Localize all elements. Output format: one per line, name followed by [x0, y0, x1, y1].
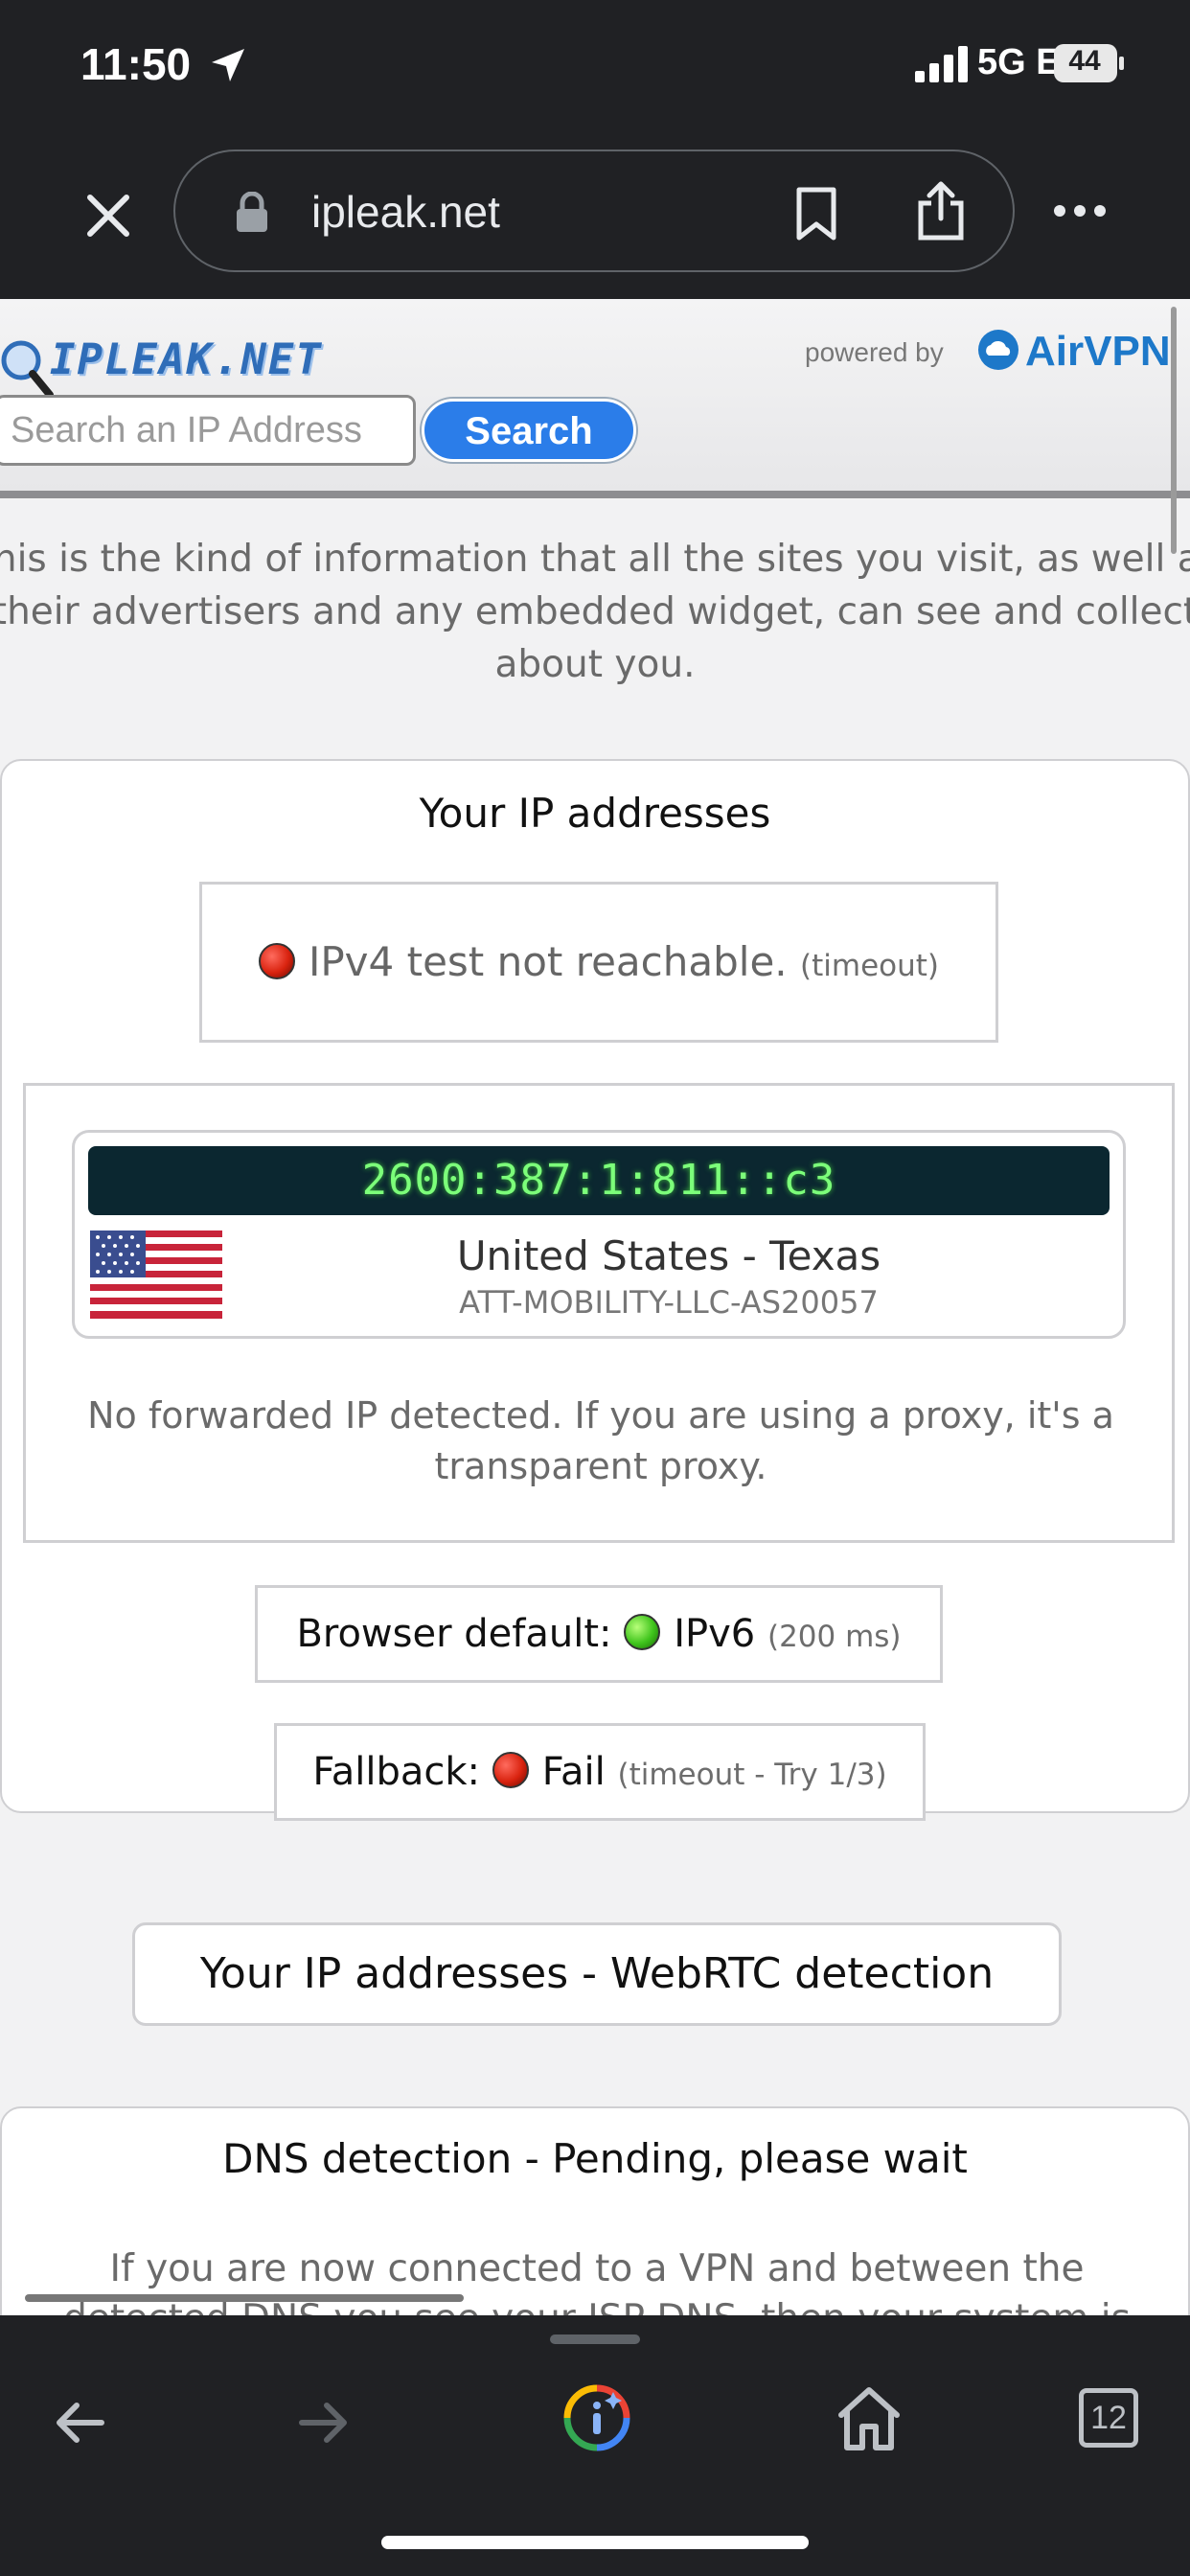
toolbar-drag-handle[interactable]: [550, 2334, 640, 2344]
fallback-note: (timeout - Try 1/3): [617, 1758, 887, 1792]
site-logo[interactable]: IPLEAK.NET: [0, 328, 326, 402]
intro-text: This is the kind of information that all…: [0, 538, 1190, 686]
more-icon[interactable]: [1052, 199, 1108, 222]
dns-detection-card: DNS detection - Pending, please wait If …: [0, 2106, 1190, 2315]
home-indicator[interactable]: [381, 2536, 809, 2549]
url-bar[interactable]: ipleak.net: [173, 150, 1015, 272]
logo-text: IPLEAK.NET: [50, 335, 323, 384]
tabs-icon[interactable]: 12: [1079, 2388, 1138, 2448]
ip-isp: ATT-MOBILITY-LLC-AS20057: [459, 1284, 879, 1321]
fallback-box: Fallback: Fail (timeout - Try 1/3): [274, 1723, 926, 1821]
fallback-label: Fallback:: [312, 1750, 480, 1794]
red-status-dot-icon: [258, 943, 295, 979]
site-header: IPLEAK.NET powered by AirVPN Search: [0, 299, 1190, 554]
us-flag-icon: [90, 1230, 222, 1319]
red-status-dot-icon: [492, 1752, 529, 1788]
dns-section-title: DNS detection - Pending, please wait: [222, 2135, 968, 2182]
forward-icon[interactable]: [292, 2392, 354, 2453]
airvpn-link[interactable]: AirVPN: [977, 328, 1171, 376]
status-time: 11:50: [80, 39, 192, 89]
browser-top-chrome: 11:50 5G E 44 ipleak.net: [0, 0, 1190, 299]
signal-icon: [915, 46, 968, 82]
airvpn-cloud-icon: [978, 330, 1018, 370]
forwarded-ip-text: No forwarded IP detected. If you are usi…: [87, 1394, 1114, 1487]
home-icon[interactable]: [834, 2384, 904, 2453]
location-arrow-icon: [212, 49, 244, 81]
ipv4-status-note: (timeout): [800, 949, 940, 983]
battery-level: 44: [1068, 45, 1101, 77]
bookmark-icon[interactable]: [794, 186, 838, 242]
browser-default-value: IPv6: [674, 1612, 756, 1656]
ipv4-status-text: IPv4 test not reachable.: [308, 938, 788, 985]
ip-address-display: 2600:387:1:811::c3: [88, 1146, 1110, 1215]
green-status-dot-icon: [624, 1614, 661, 1650]
network-type: 5G E: [977, 42, 1061, 82]
browser-default-label: Browser default:: [296, 1612, 612, 1656]
ip-search-input[interactable]: [0, 395, 416, 466]
lock-icon: [237, 192, 267, 232]
ipv6-result-box: 2600:387:1:811::c3 United States - Texas…: [23, 1083, 1175, 1543]
ip-detail-card: 2600:387:1:811::c3 United States - Texas…: [72, 1130, 1126, 1339]
ip-addresses-card: Your IP addresses IPv4 test not reachabl…: [0, 759, 1190, 1821]
google-lens-icon[interactable]: [561, 2382, 632, 2453]
web-content[interactable]: IPLEAK.NET powered by AirVPN Search This…: [0, 299, 1190, 2315]
vertical-scrollbar[interactable]: [1171, 307, 1177, 554]
browser-default-note: (200 ms): [767, 1620, 902, 1654]
browser-bottom-toolbar: 12: [0, 2315, 1190, 2576]
ipv4-status-box: IPv4 test not reachable. (timeout): [199, 882, 998, 1043]
powered-by-label: powered by: [805, 337, 944, 367]
airvpn-label: AirVPN: [1025, 328, 1171, 375]
url-text: ipleak.net: [311, 187, 500, 237]
search-button[interactable]: Search: [422, 399, 636, 462]
close-icon[interactable]: [80, 188, 136, 243]
fallback-value: Fail: [541, 1750, 606, 1794]
ip-location: United States - Texas: [456, 1232, 881, 1279]
share-icon[interactable]: [915, 180, 967, 242]
ipv4-status-line: IPv4 test not reachable. (timeout): [202, 938, 995, 985]
magnifier-icon: [1, 340, 54, 399]
webrtc-detection-button[interactable]: Your IP addresses - WebRTC detection: [132, 1922, 1062, 2026]
browser-default-box: Browser default: IPv6 (200 ms): [255, 1585, 943, 1683]
dns-section-text: If you are now connected to a VPN and be…: [63, 2247, 1131, 2315]
horizontal-scrollbar[interactable]: [25, 2294, 464, 2302]
ip-section-title: Your IP addresses: [419, 790, 771, 837]
back-icon[interactable]: [50, 2392, 111, 2453]
